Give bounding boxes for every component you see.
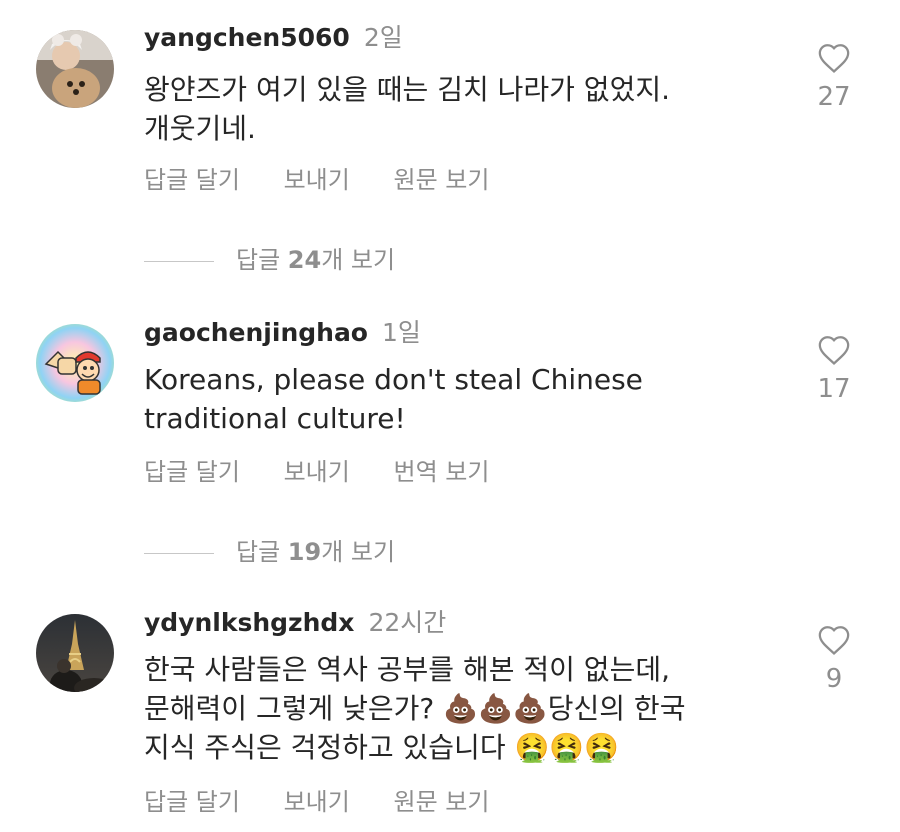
comment-actions: 답글 달기 보내기 번역 보기 (144, 452, 525, 487)
send-button[interactable]: 보내기 (284, 458, 350, 486)
see-original-button[interactable]: 원문 보기 (393, 788, 489, 816)
username-text[interactable]: yangchen5060 (144, 23, 350, 52)
like-count: 27 (817, 82, 851, 112)
comment-timestamp: 2일 (363, 23, 403, 52)
reply-count[interactable]: 24 (288, 246, 321, 274)
reply-count[interactable]: 19 (288, 538, 321, 566)
heart-outline-icon[interactable] (817, 42, 851, 74)
view-replies-suffix[interactable]: 개 보기 (321, 246, 395, 274)
heart-outline-icon[interactable] (817, 624, 851, 656)
comment-text-line: traditional culture! (144, 402, 406, 435)
comment-username[interactable]: yangchen5060 2일 (144, 18, 403, 54)
send-button[interactable]: 보내기 (284, 788, 350, 816)
reply-button[interactable]: 답글 달기 (144, 458, 240, 486)
comment-text-line: 한국 사람들은 역사 공부를 해본 적이 없는데, (144, 653, 670, 686)
comment-text-line: 왕얀즈가 여기 있을 때는 김치 나라가 없었지. (144, 73, 670, 106)
username-text[interactable]: ydynlkshgzhdx (144, 608, 354, 637)
comment-timestamp: 1일 (382, 318, 421, 347)
see-original-button[interactable]: 원문 보기 (393, 166, 489, 194)
see-translation-button[interactable]: 번역 보기 (393, 458, 489, 486)
view-replies-suffix[interactable]: 개 보기 (321, 538, 395, 566)
reply-button[interactable]: 답글 달기 (144, 166, 240, 194)
comment-text-line: 지식 주식은 걱정하고 있습니다 🤮🤮🤮 (144, 731, 620, 764)
like-area: 9 (806, 624, 862, 694)
comment-actions: 답글 달기 보내기 원문 보기 (144, 782, 525, 817)
username-text[interactable]: gaochenjinghao (144, 318, 368, 347)
comment-text-line: Koreans, please don't steal Chinese (144, 363, 643, 396)
view-replies-prefix[interactable]: 답글 (236, 538, 288, 566)
avatar[interactable] (36, 30, 114, 108)
comment-text-line: 문해력이 그렇게 낮은가? 💩💩💩당신의 한국 (144, 692, 686, 725)
comment-text: 왕얀즈가 여기 있을 때는 김치 나라가 없었지. 개웃기네. (144, 70, 784, 148)
view-replies-prefix[interactable]: 답글 (236, 246, 288, 274)
divider (144, 552, 214, 554)
comment-username[interactable]: ydynlkshgzhdx 22시간 (144, 603, 446, 639)
comment-username[interactable]: gaochenjinghao 1일 (144, 313, 421, 349)
comment-timestamp: 22시간 (368, 608, 447, 637)
like-count: 9 (825, 664, 843, 694)
comment-text: Koreans, please don't steal Chinese trad… (144, 360, 784, 438)
comment-text: 한국 사람들은 역사 공부를 해본 적이 없는데, 문해력이 그렇게 낮은가? … (144, 650, 784, 767)
avatar[interactable] (36, 614, 114, 692)
reply-button[interactable]: 답글 달기 (144, 788, 240, 816)
like-area: 27 (806, 42, 862, 112)
send-button[interactable]: 보내기 (284, 166, 350, 194)
view-replies-button[interactable]: 답글 19개 보기 (144, 532, 395, 567)
view-replies-button[interactable]: 답글 24개 보기 (144, 240, 395, 275)
comment-actions: 답글 달기 보내기 원문 보기 (144, 160, 525, 195)
avatar[interactable] (36, 324, 114, 402)
comment-text-line: 개웃기네. (144, 112, 256, 145)
heart-outline-icon[interactable] (817, 334, 851, 366)
like-count: 17 (817, 374, 851, 404)
like-area: 17 (806, 334, 862, 404)
divider (144, 260, 214, 262)
